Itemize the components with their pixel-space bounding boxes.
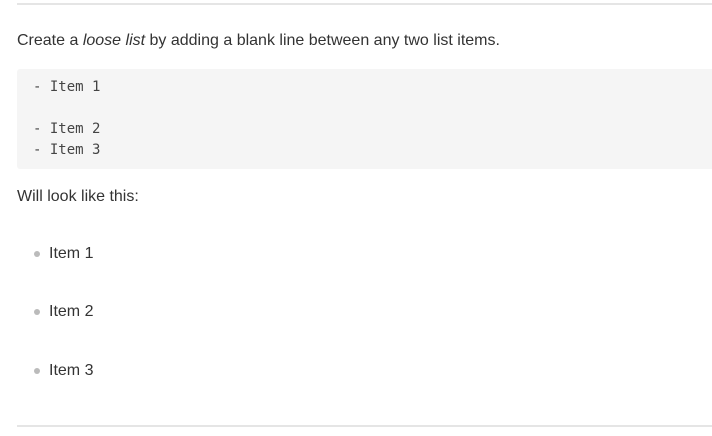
list-item-label: Item 1 xyxy=(49,245,94,262)
code-block: - Item 1 - Item 2 - Item 3 xyxy=(17,69,712,169)
code-line: - Item 1 xyxy=(33,79,101,95)
list-item: Item 3 xyxy=(34,360,93,382)
horizontal-rule-bottom xyxy=(17,425,712,427)
intro-emphasis: loose list xyxy=(82,32,146,49)
intro-paragraph: Create a loose list by adding a blank li… xyxy=(17,31,500,51)
list-item: Item 2 xyxy=(34,301,93,323)
horizontal-rule-top xyxy=(17,3,712,5)
code-line: - Item 3 xyxy=(33,142,101,158)
code-line: - Item 2 xyxy=(33,121,101,137)
caption-paragraph: Will look like this: xyxy=(17,188,139,205)
bullet-icon xyxy=(34,368,40,374)
list-item-label: Item 3 xyxy=(49,362,94,379)
list-item-label: Item 2 xyxy=(49,303,94,320)
intro-text-after: by adding a blank line between any two l… xyxy=(145,32,500,49)
bullet-icon xyxy=(34,251,40,257)
bullet-icon xyxy=(34,309,40,315)
intro-text-before: Create a xyxy=(17,32,83,49)
list-item: Item 1 xyxy=(34,243,93,265)
